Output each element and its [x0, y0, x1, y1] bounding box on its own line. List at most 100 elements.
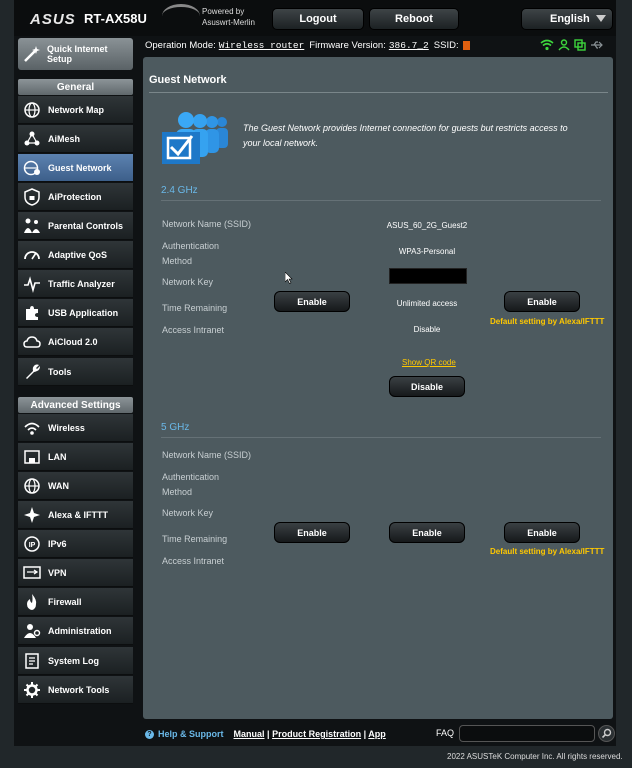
- sidebar-item-traffic-analyzer[interactable]: Traffic Analyzer: [18, 270, 133, 298]
- sidebar-item-vpn[interactable]: VPN: [18, 559, 133, 587]
- cloud-icon: [22, 332, 42, 352]
- help-label: Help & Support: [158, 729, 224, 739]
- sidebar-item-lan[interactable]: LAN: [18, 443, 133, 471]
- general-heading: General: [18, 79, 133, 95]
- guest-intranet-value: Disable: [413, 325, 441, 334]
- lock-icon: [22, 187, 42, 207]
- sidebar-item-tools[interactable]: Tools: [18, 358, 133, 386]
- language-select[interactable]: English: [521, 8, 613, 30]
- lan-port-icon: [22, 447, 42, 467]
- log-icon: [22, 651, 42, 671]
- faq-search-input[interactable]: [459, 725, 595, 742]
- sidebar-item-alexa-ifttt[interactable]: Alexa & IFTTT: [18, 501, 133, 529]
- sidebar-item-usb-application[interactable]: USB Application: [18, 299, 133, 327]
- band-5-heading: 5 GHz: [161, 422, 190, 433]
- logout-button[interactable]: Logout: [272, 8, 364, 30]
- firmware-link[interactable]: 386.7_2: [389, 40, 429, 51]
- sidebar-item-label: Network Map: [48, 104, 105, 115]
- label-time: Time Remaining: [162, 534, 228, 544]
- sidebar-item-label: Firewall: [48, 596, 82, 607]
- qis-label: Quick Internet Setup: [47, 44, 108, 64]
- show-qr-code-link[interactable]: Show QR code: [402, 358, 456, 367]
- clients-icon[interactable]: [574, 39, 586, 51]
- sidebar-item-wan[interactable]: WAN: [18, 472, 133, 500]
- enable-button-5-col3[interactable]: Enable: [504, 522, 580, 543]
- wifi-icon: [22, 418, 42, 438]
- user-icon[interactable]: [558, 39, 570, 51]
- wrench-icon: [22, 362, 42, 382]
- alexa-default-note-5: Default setting by Alexa/IFTTT: [490, 547, 605, 556]
- merlin-text: Asuswrt-Merlin: [202, 18, 255, 27]
- app-link[interactable]: App: [368, 729, 386, 739]
- reboot-button[interactable]: Reboot: [369, 8, 459, 30]
- band-24-heading: 2.4 GHz: [161, 185, 198, 196]
- sidebar-item-label: Adaptive QoS: [48, 249, 108, 260]
- sidebar-item-guest-network[interactable]: Guest Network: [18, 154, 133, 182]
- sidebar-item-adaptive-qos[interactable]: Adaptive QoS: [18, 241, 133, 269]
- sidebar-item-network-map[interactable]: Network Map: [18, 96, 133, 124]
- wand-icon: [24, 46, 40, 62]
- sidebar-item-network-tools[interactable]: Network Tools: [18, 676, 133, 704]
- advanced-settings-heading: Advanced Settings: [18, 397, 133, 413]
- sidebar-item-label: Tools: [48, 366, 72, 377]
- usb-icon[interactable]: [590, 39, 604, 51]
- help-icon: ?: [145, 729, 154, 739]
- pulse-icon: [22, 274, 42, 294]
- enable-button-24-col3[interactable]: Enable: [504, 291, 580, 312]
- label-intranet: Access Intranet: [162, 556, 225, 566]
- sidebar-item-administration[interactable]: Administration: [18, 617, 133, 645]
- quick-internet-setup-button[interactable]: Quick Internet Setup: [18, 38, 133, 70]
- alexa-default-note-24: Default setting by Alexa/IFTTT: [490, 317, 605, 326]
- ipv6-icon: IP: [22, 534, 42, 554]
- label-auth: Authentication Method: [162, 241, 220, 266]
- ssid-flag-icon[interactable]: [462, 40, 470, 50]
- sidebar-item-system-log[interactable]: System Log: [18, 647, 133, 675]
- vpn-icon: [22, 563, 42, 583]
- manual-link[interactable]: Manual: [234, 729, 265, 739]
- sidebar-item-wireless[interactable]: Wireless: [18, 414, 133, 442]
- status-icons: [540, 38, 612, 52]
- label-ssid: Network Name (SSID): [162, 450, 252, 460]
- mesh-icon: [22, 129, 42, 149]
- sidebar-item-parental-controls[interactable]: Parental Controls: [18, 212, 133, 240]
- sidebar-item-label: LAN: [48, 451, 67, 462]
- guest-auth-value: WPA3-Personal: [398, 247, 456, 256]
- powered-by-text: Powered by: [202, 7, 245, 16]
- product-registration-link[interactable]: Product Registration: [272, 729, 361, 739]
- band-24-divider: [161, 200, 601, 201]
- sidebar-item-aiprotection[interactable]: AiProtection: [18, 183, 133, 211]
- sidebar-item-ipv6[interactable]: IP IPv6: [18, 530, 133, 558]
- sidebar-item-firewall[interactable]: Firewall: [18, 588, 133, 616]
- label-intranet: Access Intranet: [162, 325, 225, 335]
- guest-network-users-icon: [162, 112, 228, 164]
- admin-icon: [22, 621, 42, 641]
- globe-icon: [22, 476, 42, 496]
- sidebar-item-aimesh[interactable]: AiMesh: [18, 125, 133, 153]
- disable-button-24-col2[interactable]: Disable: [389, 376, 465, 397]
- sidebar-item-label: Guest Network: [48, 162, 112, 173]
- chevron-down-icon: [596, 15, 606, 22]
- enable-button-5-col1[interactable]: Enable: [274, 522, 350, 543]
- search-icon[interactable]: [598, 725, 615, 742]
- sidebar-item-label: Wireless: [48, 422, 85, 433]
- wifi-icon[interactable]: [540, 39, 554, 51]
- router-model: RT-AX58U: [84, 11, 147, 26]
- asus-logo: ASUS: [30, 11, 76, 28]
- label-key: Network Key: [162, 277, 214, 287]
- gear-icon: [22, 680, 42, 700]
- guest-ssid-value: ASUS_60_2G_Guest2: [386, 221, 468, 230]
- title-divider: [149, 92, 608, 93]
- help-support-link[interactable]: ? Help & Support: [145, 729, 224, 739]
- faq-label: FAQ: [436, 728, 455, 738]
- family-icon: [22, 216, 42, 236]
- op-mode-link[interactable]: Wireless router: [219, 40, 305, 51]
- sidebar-item-label: USB Application: [48, 307, 119, 318]
- sidebar-item-label: WAN: [48, 480, 69, 491]
- enable-button-5-col2[interactable]: Enable: [389, 522, 465, 543]
- guest-network-key-field: [389, 268, 467, 284]
- enable-button-24-col1[interactable]: Enable: [274, 291, 350, 312]
- ssid-label: SSID:: [433, 39, 459, 51]
- mouse-cursor-icon: [285, 272, 293, 284]
- sidebar-item-label: Administration: [48, 625, 112, 636]
- sidebar-item-aicloud[interactable]: AiCloud 2.0: [18, 328, 133, 356]
